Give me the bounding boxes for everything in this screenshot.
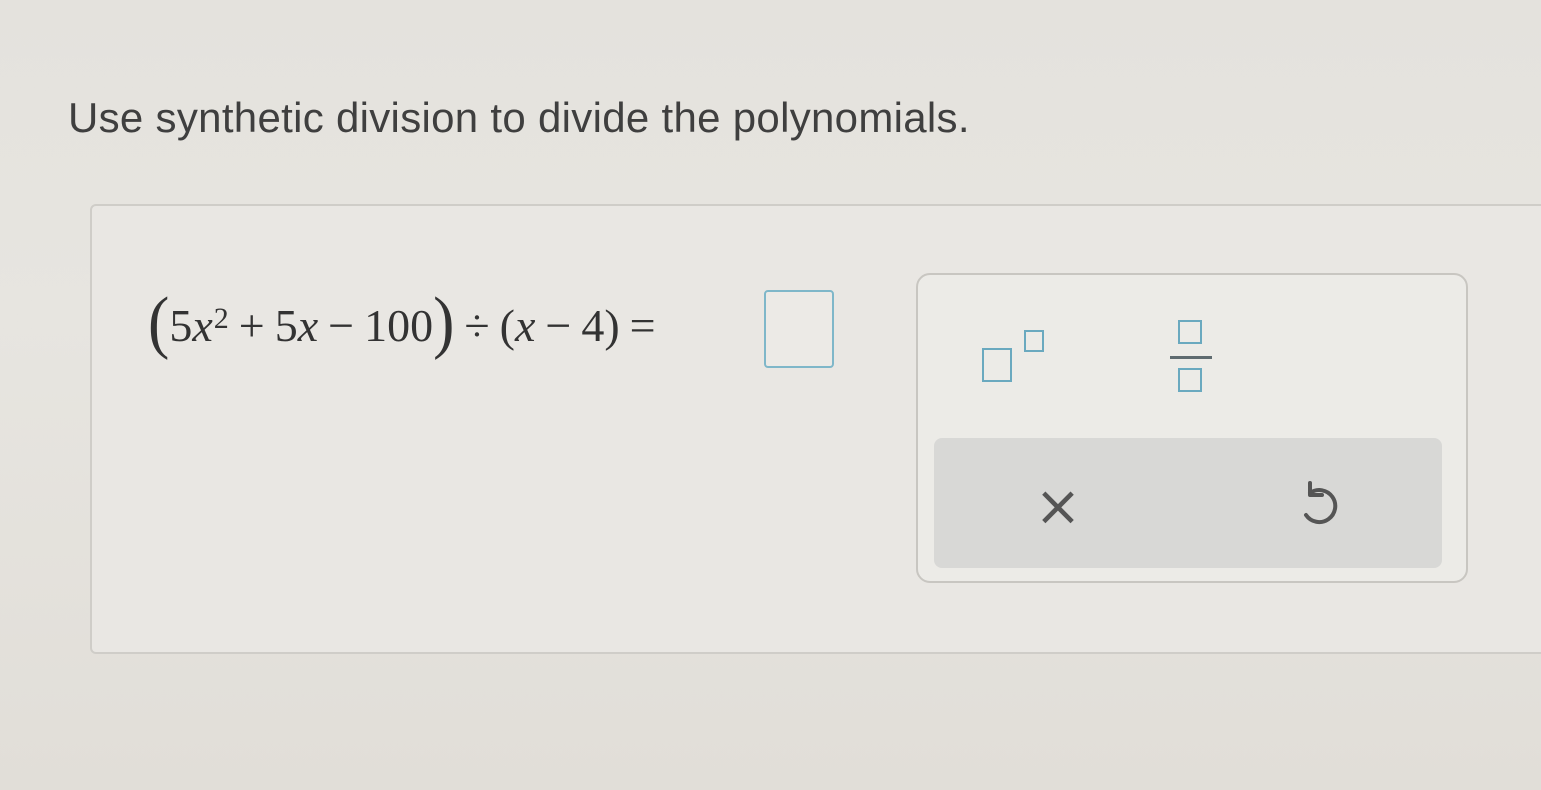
divide-sign: ÷ (464, 299, 490, 351)
question-prompt: Use synthetic division to divide the pol… (68, 94, 970, 141)
fraction-button[interactable] (1166, 316, 1216, 400)
fraction-numerator-box (1178, 320, 1202, 344)
constant-1: 100 (364, 299, 434, 351)
variable-1: x (192, 299, 213, 351)
action-bar (934, 438, 1442, 568)
exponent-power-box (1024, 330, 1044, 352)
equals-sign: = (629, 299, 656, 351)
variable-2: x (297, 299, 319, 351)
variable-3: x (514, 299, 536, 351)
undo-button[interactable] (1290, 478, 1340, 534)
constant-2: 4 (581, 299, 605, 351)
coefficient-2: 5 (274, 299, 298, 351)
minus-sign-2: − (545, 299, 572, 351)
minus-sign-1: − (328, 299, 355, 351)
fraction-denominator-box (1178, 368, 1202, 392)
exponent-1: 2 (213, 302, 229, 335)
undo-icon (1304, 481, 1338, 525)
math-expression: ( 5 x 2 + 5 x − 100 ) ÷ ( x − 4 ) = (148, 280, 666, 370)
answer-input[interactable] (764, 290, 834, 368)
close-icon: × (1034, 474, 1082, 539)
plus-sign: + (238, 299, 265, 351)
open-paren: ( (148, 282, 170, 361)
coefficient-1: 5 (169, 299, 193, 351)
fraction-bar (1170, 356, 1212, 359)
exponent-base-box (982, 348, 1012, 382)
close-paren-2: ) (604, 299, 620, 351)
clear-button[interactable]: × (1028, 474, 1088, 539)
close-paren: ) (433, 282, 455, 361)
exponent-button[interactable] (978, 326, 1058, 390)
open-paren-2: ( (499, 299, 515, 351)
